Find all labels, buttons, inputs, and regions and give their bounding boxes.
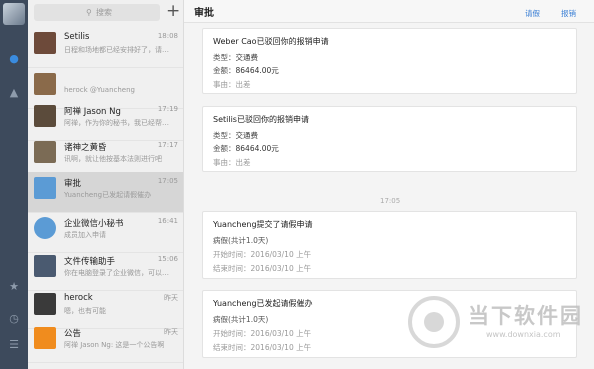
nav-rail: ● ▲ ★ ◷ ☰ [0,0,28,369]
card-row: 开始时间：2016/03/10 上午 [213,250,312,259]
conversation-item[interactable]: Setilis 18:08 日程和场地都已经安排好了，请… [28,27,183,68]
leave-link[interactable]: 请假 [525,8,540,19]
conversation-time: 15:06 [157,255,178,263]
conversation-time: 17:17 [157,141,178,149]
card-row: 事由：出差 [213,80,251,89]
search-icon: ⚲ [86,8,92,17]
conversation-preview: 日程和场地都已经安排好了，请… [64,46,169,54]
card-row: 类型：交通费 [213,53,258,62]
watermark-logo [408,296,460,348]
card-row: 类型：交通费 [213,131,258,140]
card-row: 结束时间：2016/03/10 上午 [213,343,312,352]
conversation-preview: 阿禅，作为你的秘书，我已经帮… [64,119,169,127]
card-row: 结束时间：2016/03/10 上午 [213,264,312,273]
card-title: Yuancheng已发起请假催办 [213,299,313,308]
avatar [34,141,56,163]
card-row: 病假(共计1.0天) [213,236,269,245]
conversation-item[interactable]: 企业微信小秘书 16:41 成员加入申请 [28,212,183,253]
assistant-icon [34,217,56,239]
conversation-preview: 阿禅 Jason Ng: 这是一个公告啊 [64,341,165,349]
conversation-preview: 成员加入申请 [64,231,106,239]
conversation-name: 公告 [64,329,82,339]
chat-header: 审批 请假 报销 [184,0,594,23]
card-row: 金额：86464.00元 [213,144,279,153]
search-input[interactable]: ⚲ 搜索 [34,4,160,21]
folder-icon [34,255,56,277]
watermark-url: www.downxia.com [486,330,561,339]
conversation-preview: 你在电脑登录了企业微信，可以… [64,269,169,277]
approval-card[interactable]: Weber Cao已驳回你的报销申请 类型：交通费 金额：86464.00元 事… [202,28,577,94]
card-title: Weber Cao已驳回你的报销申请 [213,37,329,46]
card-row: 开始时间：2016/03/10 上午 [213,329,312,338]
card-title: Yuancheng提交了请假申请 [213,220,313,229]
conversation-item[interactable]: 公告 昨天 阿禅 Jason Ng: 这是一个公告啊 [28,322,183,363]
conversation-preview: herock @Yuancheng [64,86,135,94]
add-button[interactable]: + [166,1,180,21]
page-title: 审批 [194,8,214,19]
card-row: 病假(共计1.0天) [213,315,269,324]
menu-icon[interactable]: ☰ [7,338,21,352]
conversation-name: 企业微信小秘书 [64,219,124,229]
avatar [34,73,56,95]
conversation-preview: 讯啊，就让他按基本法则进行吧 [64,155,162,163]
conversation-item[interactable]: 文件传输助手 15:06 你在电脑登录了企业微信，可以… [28,250,183,291]
conversation-item-selected[interactable]: 审批 17:05 Yuancheng已发起请假催办 [28,172,183,213]
approval-card[interactable]: Yuancheng提交了请假申请 病假(共计1.0天) 开始时间：2016/03… [202,211,577,279]
conversation-preview: 嗯，也有可能 [64,307,106,315]
conversation-name: herock [64,293,93,303]
conversation-name: 文件传输助手 [64,257,116,267]
conversation-time: 17:05 [157,177,178,185]
conversation-time: 18:08 [157,32,178,40]
conversation-name: Setilis [64,32,90,42]
my-avatar[interactable] [3,3,25,25]
watermark: 当下软件园 www.downxia.com [408,296,594,356]
avatar [34,32,56,54]
clock-icon[interactable]: ◷ [7,312,21,326]
conversation-item[interactable]: 诸神之黄昏 17:17 讯啊，就让他按基本法则进行吧 [28,136,183,177]
card-row: 事由：出差 [213,158,251,167]
conversation-preview: Yuancheng已发起请假催办 [64,191,152,199]
contacts-icon[interactable]: ▲ [7,86,21,100]
approval-card[interactable]: Setilis已驳回你的报销申请 类型：交通费 金额：86464.00元 事由：… [202,106,577,172]
conversation-name: 阿禅 Jason Ng [64,107,121,117]
conversation-time: 昨天 [164,328,178,336]
avatar [34,105,56,127]
time-divider: 17:05 [380,197,401,205]
announcement-icon [34,327,56,349]
card-row: 金额：86464.00元 [213,66,279,75]
avatar [34,293,56,315]
search-placeholder: 搜索 [96,8,112,17]
reimburse-link[interactable]: 报销 [561,8,576,19]
card-title: Setilis已驳回你的报销申请 [213,115,309,124]
conversation-time: 17:19 [157,105,178,113]
conversation-time: 16:41 [157,217,178,225]
conversation-time: 昨天 [164,294,178,302]
conversation-item[interactable]: 阿禅 Jason Ng 17:19 阿禅，作为你的秘书，我已经帮… [28,100,183,141]
approval-icon [34,177,56,199]
chat-icon[interactable]: ● [7,52,21,66]
favorites-icon[interactable]: ★ [7,280,21,294]
conversation-name: 诸神之黄昏 [64,143,107,153]
conversation-name: 审批 [64,179,82,189]
conversation-list: ⚲ 搜索 + Setilis 18:08 日程和场地都已经安排好了，请… her… [28,0,184,369]
watermark-text: 当下软件园 [468,304,583,328]
